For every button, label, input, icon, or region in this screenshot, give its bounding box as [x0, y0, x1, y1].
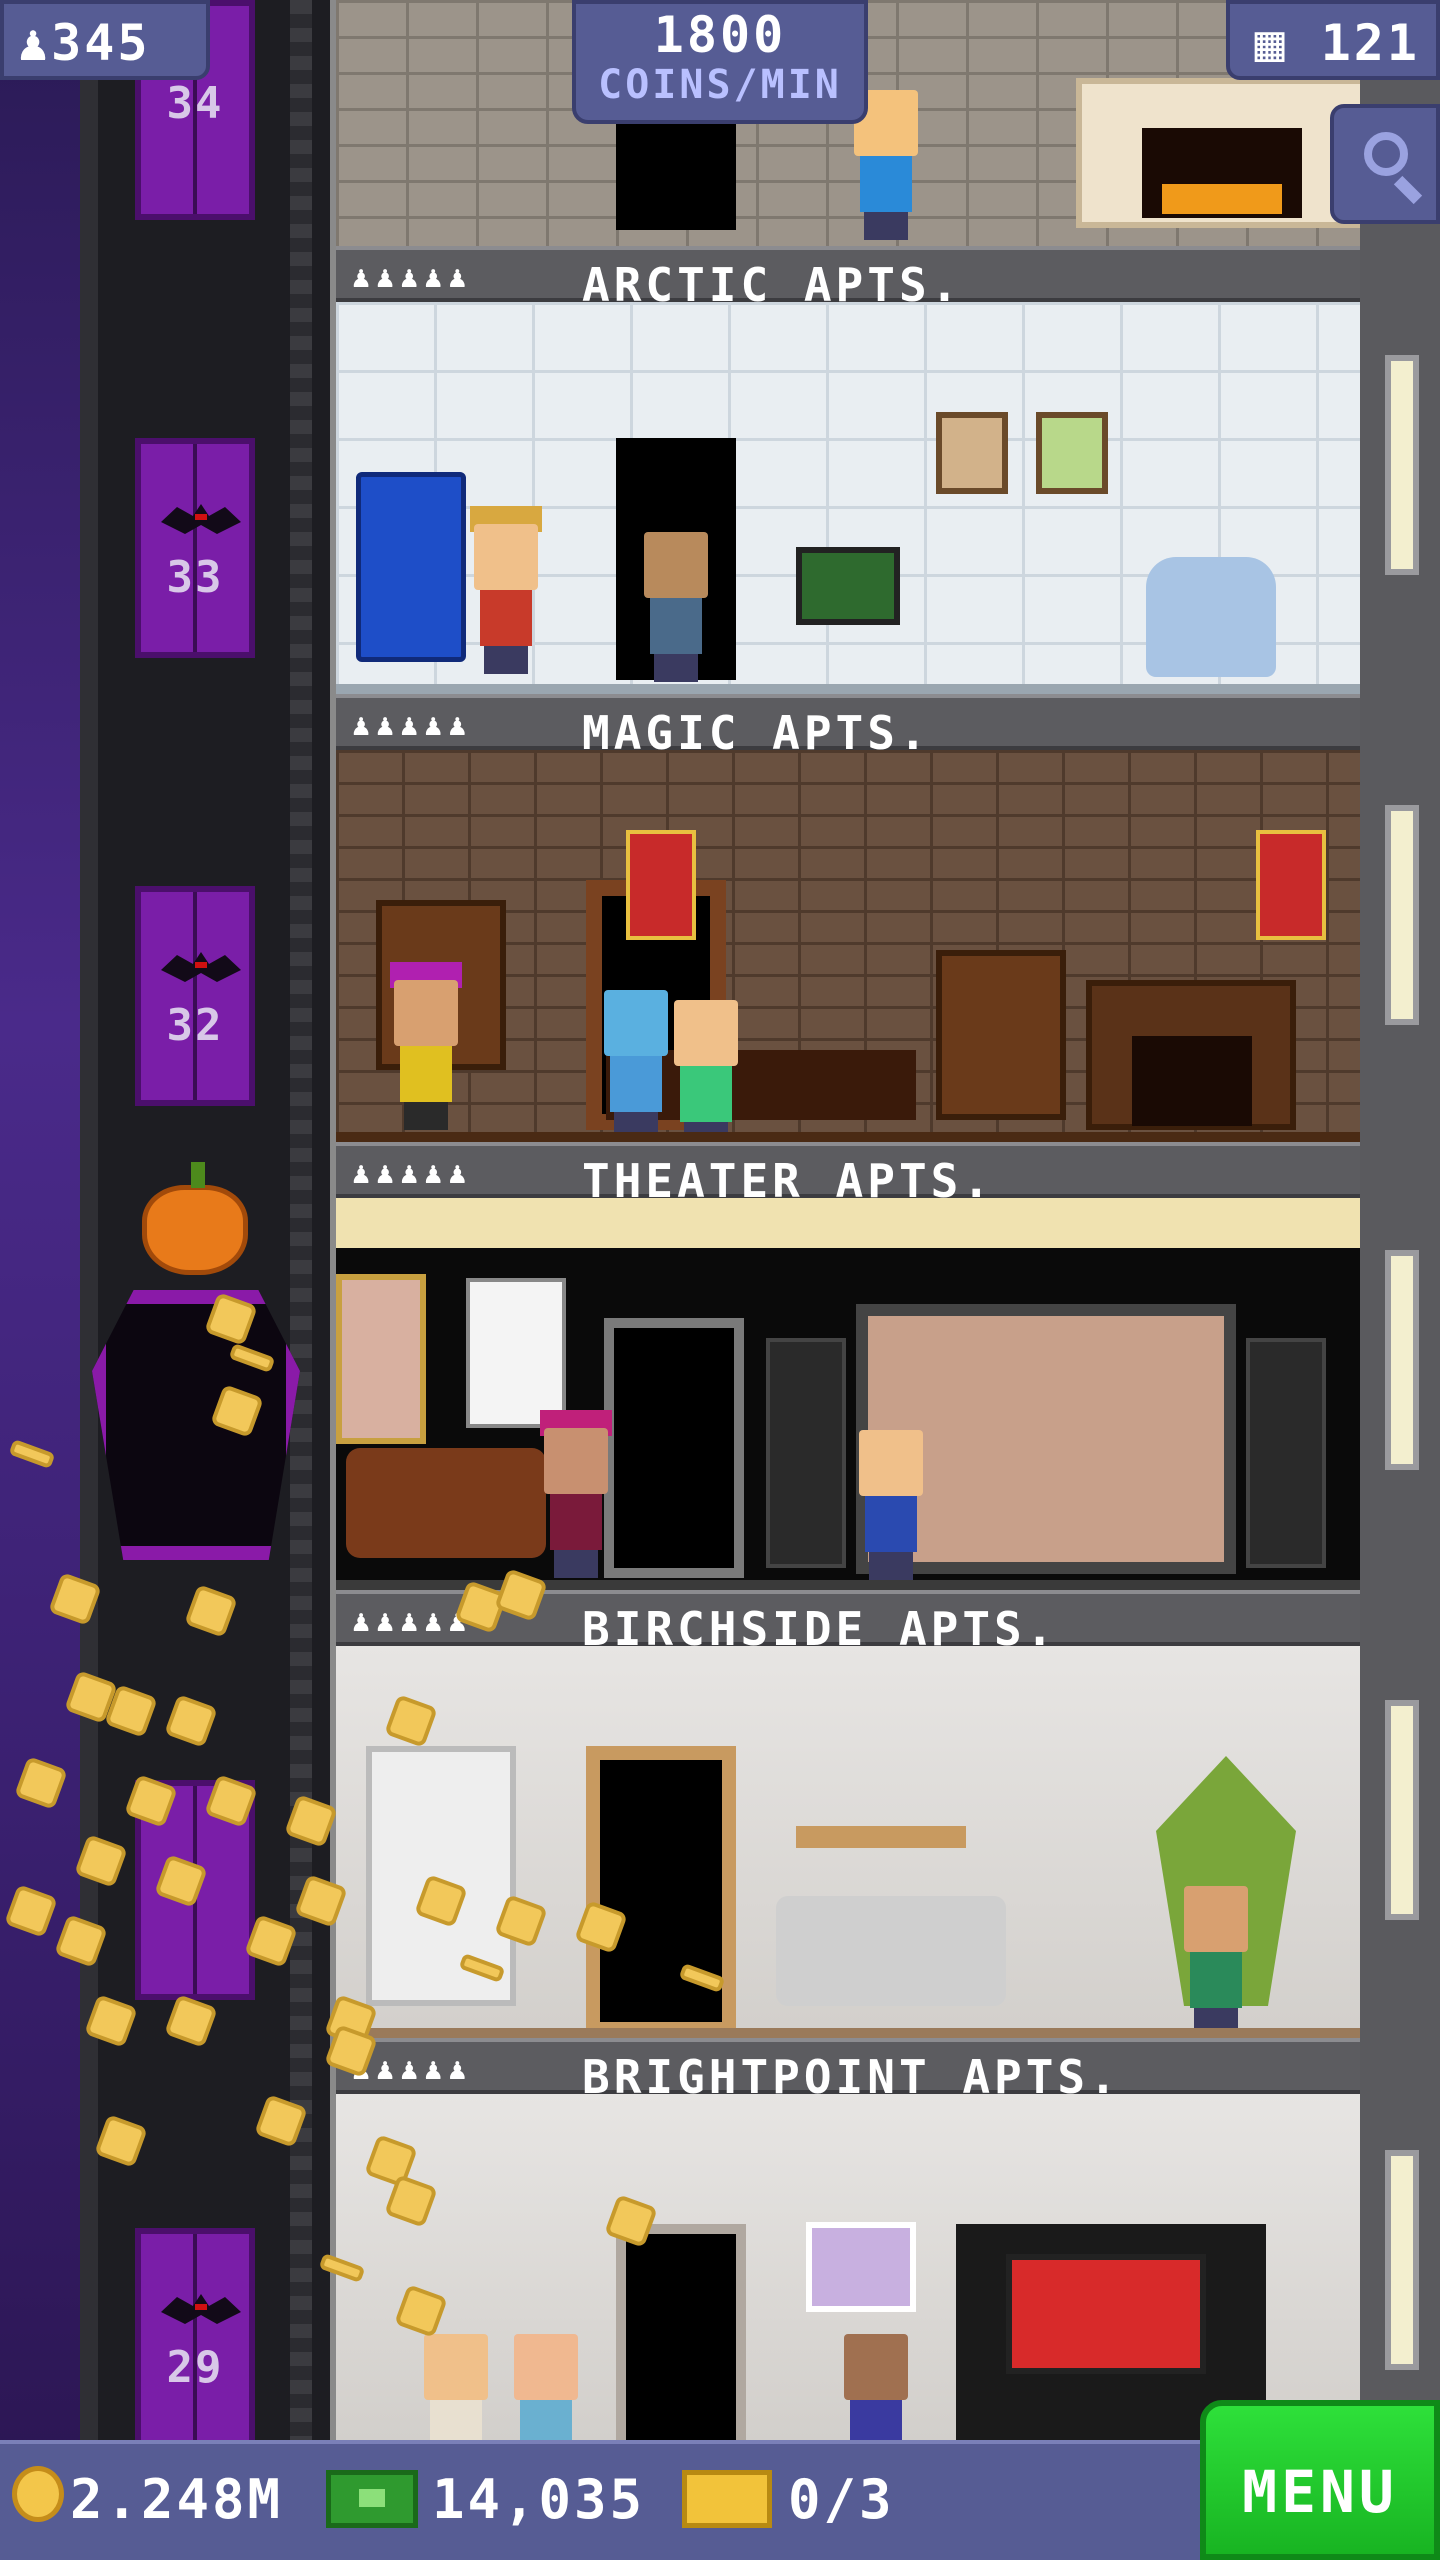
elevator-door-floor-32[interactable]: 32 — [135, 886, 255, 1106]
floor-number: 29 — [166, 2342, 224, 2393]
resident[interactable] — [851, 1430, 931, 1580]
occupancy-pips: ♟♟♟♟♟ — [352, 708, 473, 743]
banner — [1256, 830, 1326, 940]
menu-button[interactable]: MENU — [1200, 2400, 1440, 2560]
resident[interactable] — [666, 1000, 746, 1148]
resident[interactable] — [836, 2334, 916, 2440]
occupancy-pips: ♟♟♟♟♟ — [352, 260, 473, 295]
bookshelf — [936, 950, 1066, 1120]
shaft-rail — [80, 0, 98, 2440]
room-door — [616, 120, 736, 230]
resident[interactable] — [506, 2334, 586, 2440]
resident[interactable] — [1176, 1886, 1256, 2036]
room-label-bar[interactable]: ♟♟♟♟♟ THEATER APTS. — [336, 1142, 1360, 1208]
bux-balance[interactable]: 14,035 — [432, 2468, 645, 2531]
room-label-bar[interactable]: ♟♟♟♟♟ MAGIC APTS. — [336, 694, 1360, 760]
elevator-door-floor-29[interactable]: 29 — [135, 2228, 255, 2448]
sofa — [346, 1448, 546, 1558]
room-door — [586, 1746, 736, 2036]
fireplace — [1076, 78, 1360, 228]
resident[interactable] — [536, 1410, 616, 1578]
floor-number: 34 — [166, 78, 224, 129]
room-birchside-apts[interactable] — [336, 1646, 1360, 2044]
bat-decoration-icon — [161, 952, 241, 982]
room-magic-apts[interactable] — [336, 750, 1360, 1148]
room-label-bar[interactable]: ♟♟♟♟♟ ARCTIC APTS. — [336, 246, 1360, 312]
coin-rate-unit: COINS/MIN — [598, 62, 842, 108]
bat-decoration-icon — [161, 2294, 241, 2324]
game-table — [796, 547, 900, 625]
coin-icon — [12, 2466, 64, 2522]
wall-picture — [936, 412, 1008, 494]
resident[interactable] — [466, 506, 546, 674]
room-label-bar[interactable]: ♟♟♟♟♟ BRIGHTPOINT APTS. — [336, 2038, 1360, 2104]
tower-window — [1385, 355, 1419, 575]
bux-icon — [326, 2470, 418, 2528]
night-sky — [0, 0, 80, 2560]
armchair — [1146, 557, 1276, 677]
room-door — [604, 1318, 744, 1578]
movie-poster — [466, 1278, 566, 1428]
magnifier-icon — [1364, 132, 1408, 176]
wall-picture — [806, 2222, 916, 2312]
room-door — [616, 2224, 746, 2440]
wall-picture — [1036, 412, 1108, 494]
sofa — [776, 1896, 1006, 2006]
ticket-icon — [682, 2470, 772, 2528]
speaker — [766, 1338, 846, 1568]
pumpkin-decoration-icon — [142, 1162, 248, 1275]
resident[interactable] — [416, 2334, 496, 2440]
coin-rate-display: 1800 COINS/MIN — [572, 0, 868, 124]
fridge — [356, 472, 466, 662]
person-icon: ♟ — [18, 14, 52, 72]
elevator-car[interactable] — [92, 1290, 300, 1560]
ceiling-light-strip — [336, 1198, 1360, 1248]
tower-window — [1385, 805, 1419, 1025]
occupancy-pips: ♟♟♟♟♟ — [352, 1604, 473, 1639]
speaker — [1246, 1338, 1326, 1568]
elevator-door-floor-33[interactable]: 33 — [135, 438, 255, 658]
tower-window — [1385, 1700, 1419, 1920]
zoom-button[interactable] — [1330, 104, 1440, 224]
building-icon: ▦ — [1254, 14, 1288, 72]
movie-poster — [336, 1274, 426, 1444]
resident[interactable] — [596, 990, 676, 1140]
room-arctic-apts[interactable] — [336, 302, 1360, 700]
room-brightpoint-apts[interactable] — [336, 2094, 1360, 2440]
bat-decoration-icon — [161, 504, 241, 534]
vip-tickets[interactable]: 0/3 — [788, 2468, 895, 2531]
coin-balance[interactable]: 2.248M — [70, 2468, 283, 2531]
occupancy-pips: ♟♟♟♟♟ — [352, 1156, 473, 1191]
coin-rate-amount: 1800 — [653, 6, 787, 64]
fireplace — [1086, 980, 1296, 1130]
banner — [626, 830, 696, 940]
floor-count-value: 121 — [1320, 14, 1420, 72]
population-value: 345 — [51, 14, 151, 72]
floor-counter[interactable]: ▦ 121 — [1226, 0, 1440, 80]
tower-window — [1385, 1250, 1419, 1470]
floor-number: 32 — [166, 1000, 224, 1051]
resident[interactable] — [386, 962, 466, 1130]
wall-shelf — [796, 1826, 966, 1848]
room-theater-apts[interactable] — [336, 1198, 1360, 1596]
elevator-cable — [290, 0, 312, 2440]
population-counter[interactable]: ♟345 — [0, 0, 210, 80]
floor-number: 33 — [166, 552, 224, 603]
resident[interactable] — [636, 532, 716, 682]
tower-window — [1385, 2150, 1419, 2370]
